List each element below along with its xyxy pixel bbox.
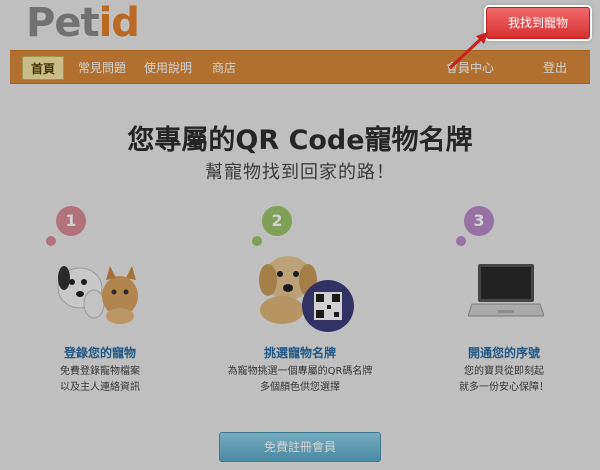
step-3-title[interactable]: 開通您的序號	[404, 344, 600, 361]
free-register-button[interactable]: 免費註冊會員	[219, 432, 381, 462]
step-3-desc-line1: 您的寶貝從即刻起	[464, 366, 544, 377]
laptop-image	[468, 264, 544, 317]
step-2-desc-line1: 為寵物挑選一個專屬的QR碼名牌	[227, 366, 373, 377]
step-3-dot	[456, 236, 466, 246]
puppy-kitten-image	[57, 266, 138, 324]
main-navbar: 首頁 常見問題 使用說明 商店 會員中心 登出	[10, 50, 590, 84]
hero-headline: 您專屬的QR Code寵物名牌	[127, 125, 473, 156]
step-2-desc-line2: 多個顏色供您選擇	[260, 382, 340, 393]
step-3-number-badge: 3	[464, 206, 494, 236]
nav-home[interactable]: 首頁	[22, 56, 65, 80]
step-1-number-badge: 1	[56, 206, 86, 236]
find-pet-button[interactable]: 我找到寵物	[486, 7, 590, 39]
red-arrow-icon	[448, 32, 488, 70]
step-1-title[interactable]: 登錄您的寵物	[0, 344, 200, 361]
petid-logo[interactable]: Petid	[26, 0, 140, 46]
logo-text-id: id	[98, 0, 140, 46]
step-1-desc-line1: 免費登錄寵物檔案	[60, 366, 140, 377]
step-1-dot	[46, 236, 56, 246]
logo-text-pet: Pet	[26, 0, 100, 46]
hero-subline: 幫寵物找到回家的路！	[205, 162, 395, 183]
nav-logout[interactable]: 登出	[535, 56, 575, 80]
dog-with-qr-tag-image	[259, 256, 354, 332]
step-1-desc-line2: 以及主人連絡資訊	[60, 382, 140, 393]
nav-faq[interactable]: 常見問題	[70, 56, 134, 80]
step-2-title[interactable]: 挑選寵物名牌	[200, 344, 400, 361]
nav-instructions[interactable]: 使用說明	[136, 56, 200, 80]
nav-shop[interactable]: 商店	[204, 56, 244, 80]
step-2-number-badge: 2	[262, 206, 292, 236]
step-3-desc-line2: 就多一份安心保障！	[459, 382, 549, 393]
